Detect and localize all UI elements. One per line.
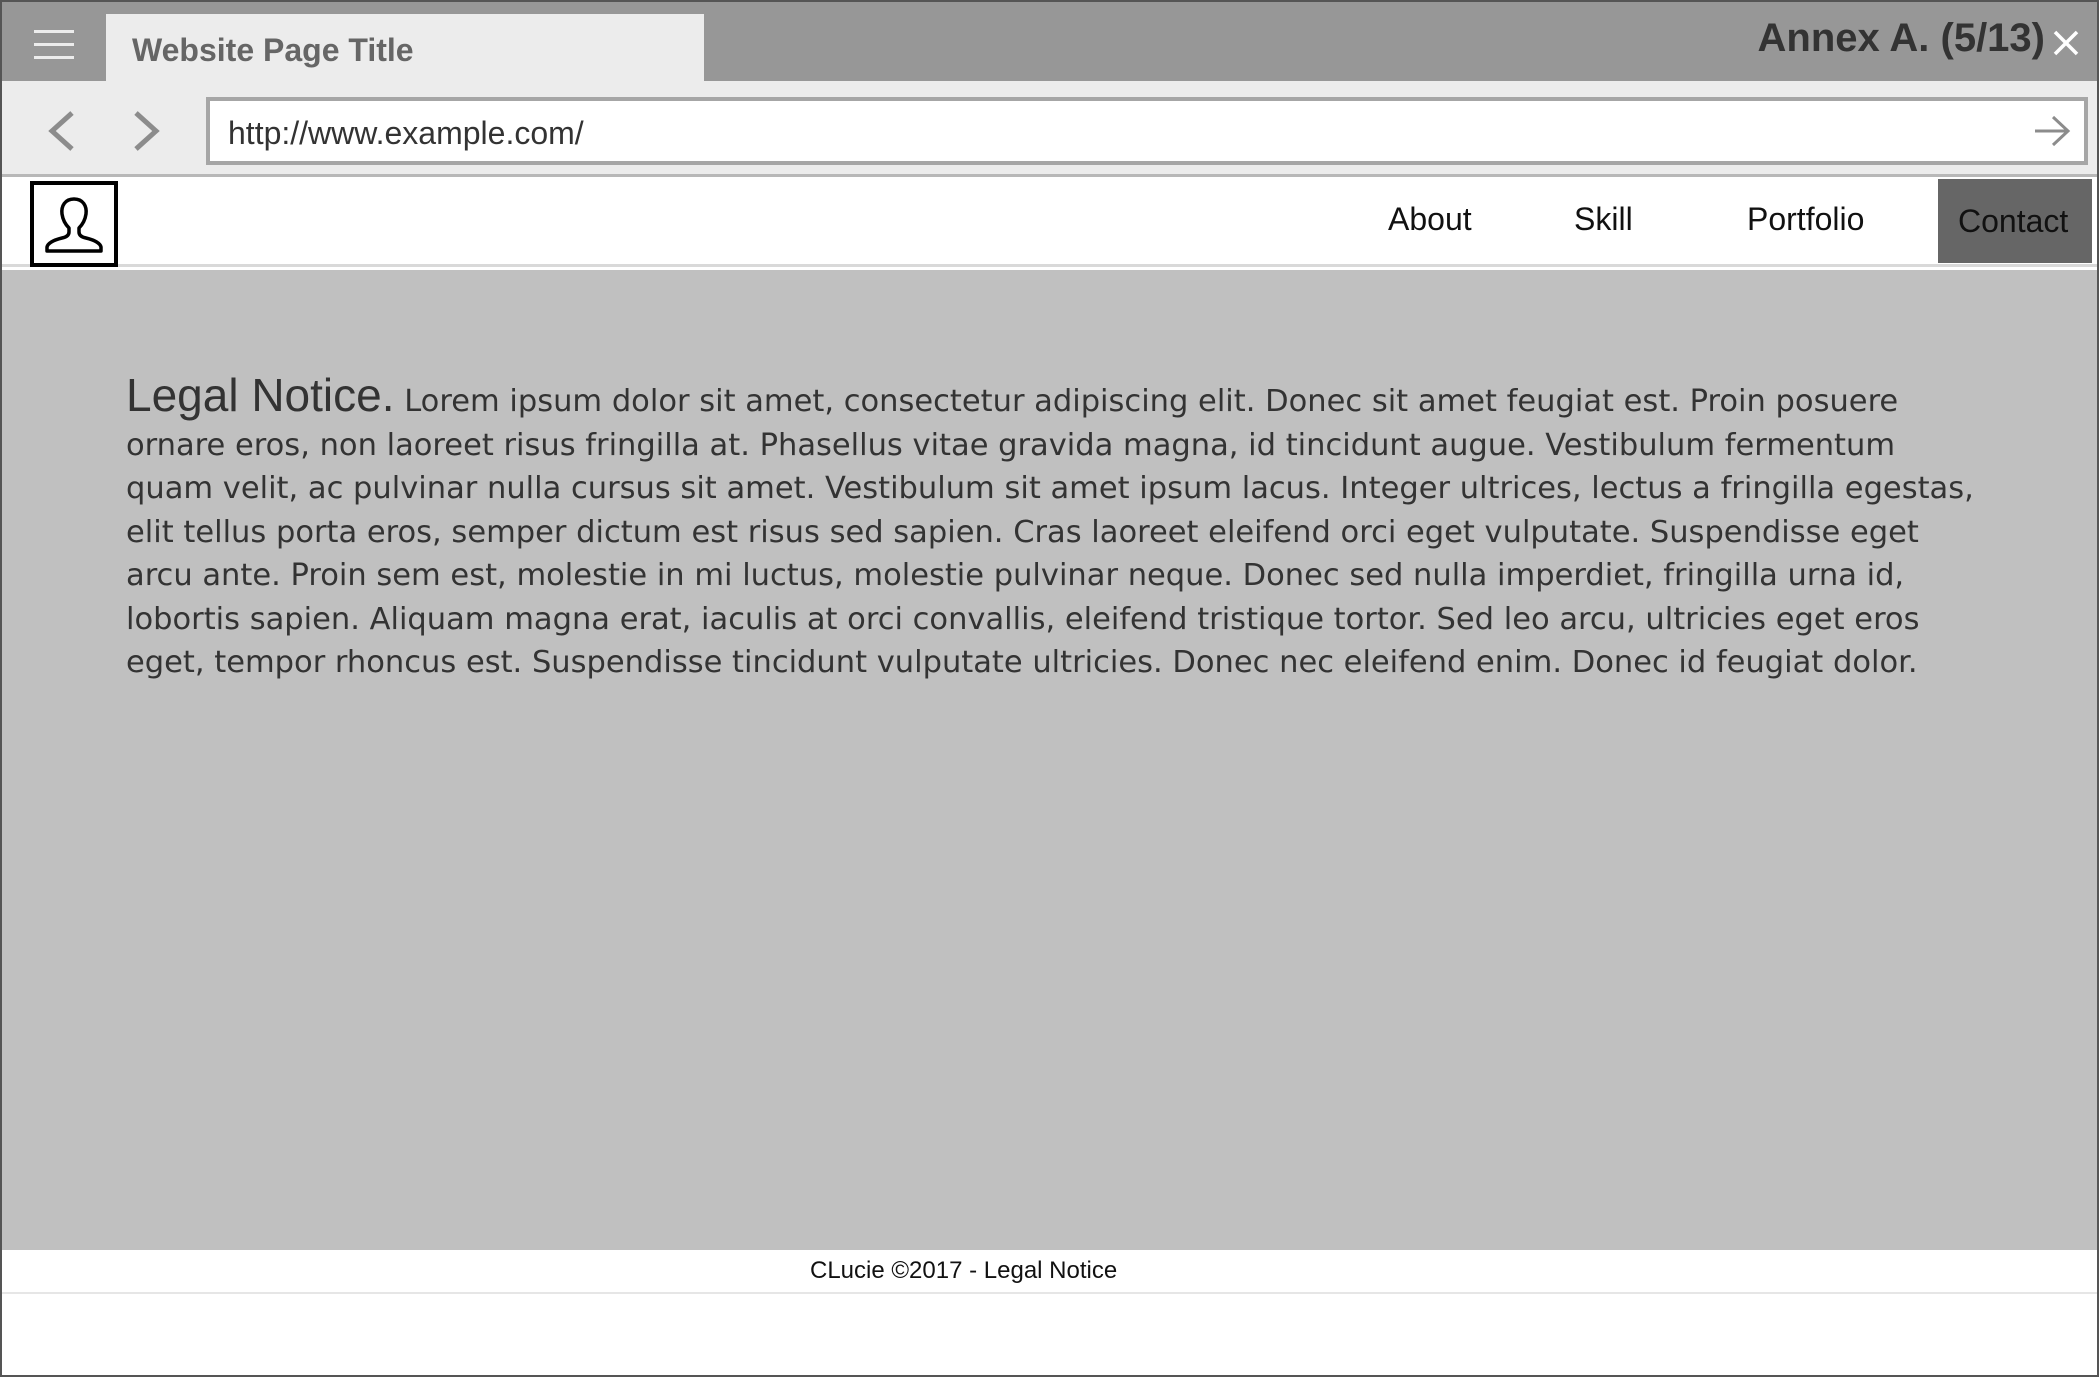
browser-window: Website Page Title Annex A. (5/13) http:… — [0, 0, 2099, 1377]
site-header: About Skill Portfolio Contact — [2, 177, 2097, 267]
logo[interactable] — [30, 181, 118, 267]
arrow-right-icon[interactable] — [2032, 113, 2072, 149]
chevron-right-icon[interactable] — [126, 107, 166, 155]
browser-tab[interactable]: Website Page Title — [106, 14, 704, 81]
page-title: Legal Notice. — [126, 369, 395, 421]
nav-skill[interactable]: Skill — [1574, 201, 1633, 238]
nav-portfolio[interactable]: Portfolio — [1747, 201, 1864, 238]
url-input[interactable]: http://www.example.com/ — [206, 97, 2088, 165]
hamburger-menu-icon[interactable] — [34, 30, 76, 60]
annex-label: Annex A. (5/13) — [1757, 16, 2045, 60]
tab-title: Website Page Title — [132, 32, 414, 68]
nav-contact[interactable]: Contact — [1938, 179, 2092, 263]
url-text: http://www.example.com/ — [228, 115, 584, 151]
legal-notice-body: Lorem ipsum dolor sit amet, consectetur … — [126, 384, 1974, 680]
user-silhouette-icon — [45, 197, 103, 253]
nav-about[interactable]: About — [1388, 201, 1472, 238]
title-bar: Website Page Title Annex A. (5/13) — [2, 2, 2097, 81]
main-content: Legal Notice. Lorem ipsum dolor sit amet… — [2, 270, 2097, 1250]
address-bar: http://www.example.com/ — [2, 81, 2097, 177]
nav-contact-label: Contact — [1958, 203, 2069, 239]
footer: CLucie ©2017 - Legal Notice — [2, 1250, 2097, 1294]
footer-text: CLucie ©2017 - Legal Notice — [810, 1257, 1118, 1284]
close-icon[interactable] — [2049, 26, 2083, 60]
legal-notice: Legal Notice. Lorem ipsum dolor sit amet… — [126, 372, 1976, 685]
chevron-left-icon[interactable] — [42, 107, 82, 155]
